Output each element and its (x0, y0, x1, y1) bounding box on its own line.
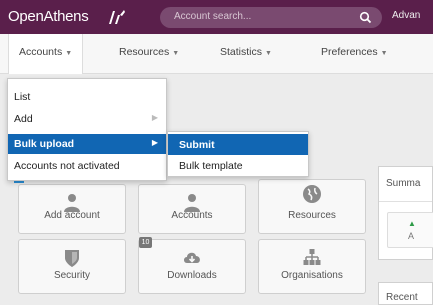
submenu-item-submit-label: Submit (179, 139, 215, 151)
nav-resources[interactable]: Resources ▼ (119, 46, 179, 58)
summary-title: Summa (386, 178, 421, 189)
org-chart-icon (303, 249, 321, 265)
tile-add-account-label: Add account (44, 210, 100, 221)
submenu-item-bulk-template-label: Bulk template (179, 160, 243, 172)
recent-panel: Recent (378, 282, 433, 305)
nav-statistics[interactable]: Statistics ▼ (220, 46, 272, 58)
tile-downloads-label: Downloads (167, 270, 217, 281)
submenu-item-bulk-template[interactable]: Bulk template (168, 155, 308, 176)
nav-statistics-label: Statistics (220, 46, 263, 58)
chevron-down-icon: ▼ (265, 50, 272, 57)
chevron-down-icon: ▼ (65, 50, 73, 57)
nav-preferences-label: Preferences (321, 46, 378, 58)
account-search-field[interactable]: Account search... (160, 7, 382, 28)
menu-item-add-label: Add (14, 113, 33, 125)
summary-stat-label: A (408, 231, 415, 241)
chevron-right-icon: ▶ (151, 138, 158, 147)
tile-organisations-label: Organisations (281, 270, 343, 281)
shield-icon (65, 250, 79, 267)
nav-preferences[interactable]: Preferences ▼ (321, 46, 388, 58)
tile-security-label: Security (53, 270, 91, 281)
menu-item-list-label: List (14, 91, 31, 103)
tile-security[interactable]: Security (18, 239, 126, 294)
menu-item-accounts-not-activated-label: Accounts not activated (14, 160, 120, 172)
menu-item-bulk-upload[interactable]: Bulk upload ▶ (8, 134, 166, 154)
main-nav: Accounts ▼ Resources ▼ Statistics ▼ Prefere… (0, 34, 433, 74)
nav-accounts-label: Accounts (19, 46, 63, 58)
chevron-right-icon: ▶ (151, 113, 158, 122)
tile-accounts[interactable]: Accounts (138, 184, 246, 234)
tile-accounts-label: Accounts (171, 210, 213, 221)
tile-organisations[interactable]: Organisations (258, 239, 366, 294)
submenu-item-submit[interactable]: Submit (168, 134, 308, 155)
tile-add-account[interactable]: Add account (18, 184, 126, 234)
tile-resources-label: Resources (288, 210, 336, 221)
recent-title: Recent (386, 292, 418, 303)
nav-resources-label: Resources (119, 46, 170, 58)
tile-resources[interactable]: Resources (258, 179, 366, 234)
accounts-dropdown-menu: List Add ▶ Bulk upload ▶ Accounts not ac… (7, 78, 167, 181)
nav-accounts[interactable]: Accounts ▼ (8, 34, 84, 74)
advanced-search-link[interactable]: Advan (392, 10, 420, 21)
summary-divider (379, 201, 432, 202)
chevron-down-icon: ▼ (172, 50, 180, 57)
globe-icon (303, 185, 321, 203)
tile-downloads[interactable]: Downloads (138, 239, 246, 294)
summary-panel: Summa ▲ A (378, 166, 433, 260)
menu-item-list[interactable]: List (8, 87, 166, 107)
cloud-download-icon (184, 252, 200, 263)
menu-item-add[interactable]: Add ▶ (8, 109, 166, 129)
menu-item-bulk-upload-label: Bulk upload (14, 138, 75, 150)
openathens-logo-mark-icon (109, 10, 125, 24)
trend-up-icon: ▲ (408, 219, 416, 228)
downloads-count-badge: 10 (139, 237, 152, 248)
search-placeholder: Account search... (174, 11, 252, 22)
openathens-logo[interactable]: OpenAthens (8, 8, 89, 25)
menu-item-accounts-not-activated[interactable]: Accounts not activated (8, 156, 166, 176)
bulk-upload-submenu: Submit Bulk template (167, 131, 309, 177)
summary-stat: ▲ A (387, 212, 433, 248)
search-icon[interactable] (359, 11, 372, 24)
chevron-down-icon: ▼ (380, 50, 388, 57)
top-header: OpenAthens Account search... Advan (0, 0, 433, 34)
